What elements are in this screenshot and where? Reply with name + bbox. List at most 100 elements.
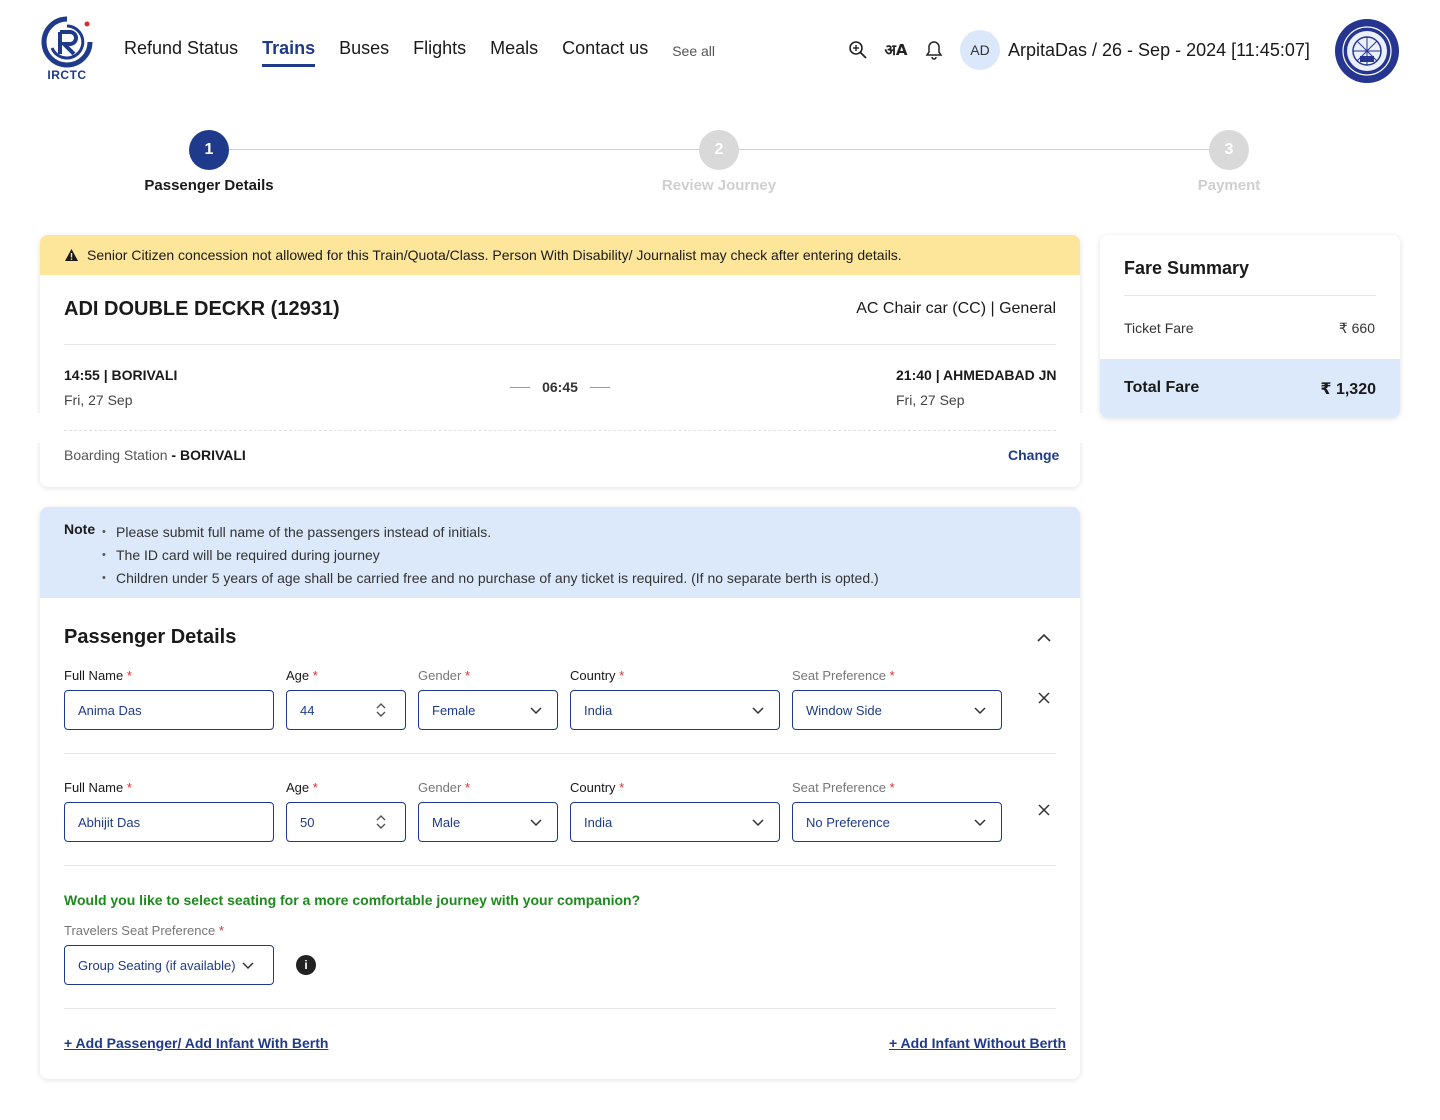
passenger-1-country-select[interactable]: India bbox=[570, 690, 780, 730]
step-1-circle: 1 bbox=[189, 130, 229, 170]
passenger-1-age-stepper[interactable]: 44 bbox=[286, 690, 406, 730]
required-mark: * bbox=[218, 923, 224, 938]
translate-glyph: अA bbox=[884, 41, 908, 59]
label-text: Full Name bbox=[64, 668, 124, 683]
indian-railways-emblem bbox=[1334, 18, 1400, 84]
seat-preference-label: Seat Preference * bbox=[792, 780, 895, 795]
nav-trains[interactable]: Trains bbox=[262, 38, 316, 67]
companion-seating-question: Would you like to select seating for a m… bbox=[64, 892, 641, 908]
select-value: Group Seating (if available) bbox=[78, 957, 236, 973]
passenger-1-gender-select[interactable]: Female bbox=[418, 690, 558, 730]
label-text: Gender bbox=[418, 668, 462, 683]
label-text: Country bbox=[570, 668, 616, 683]
step-2-circle: 2 bbox=[699, 130, 739, 170]
boarding-label: Boarding Station bbox=[64, 447, 168, 463]
full-name-label: Full Name * bbox=[64, 780, 132, 795]
user-info: ArpitaDas / 26 - Sep - 2024 [11:45:07] bbox=[1008, 40, 1310, 60]
select-value: Window Side bbox=[806, 702, 882, 718]
input-value: Anima Das bbox=[78, 702, 142, 718]
age-label: Age * bbox=[286, 668, 318, 683]
note-item: Please submit full name of the passenger… bbox=[102, 521, 879, 544]
collapse-chevron-up-icon[interactable] bbox=[1034, 628, 1054, 648]
header-actions: अA bbox=[846, 38, 960, 62]
top-header: IRCTC Refund Status Trains Buses Flights… bbox=[0, 0, 1440, 100]
arrival-date: Fri, 27 Sep bbox=[896, 392, 965, 408]
stepper-connector bbox=[739, 149, 1210, 150]
translate-icon[interactable]: अA bbox=[884, 38, 908, 62]
train-name: ADI DOUBLE DECKR (12931) bbox=[64, 298, 340, 320]
concession-alert: Senior Citizen concession not allowed fo… bbox=[40, 235, 1080, 275]
add-passenger-link[interactable]: + Add Passenger/ Add Infant With Berth bbox=[64, 1035, 328, 1051]
country-label: Country * bbox=[570, 668, 624, 683]
remove-passenger-2-close-icon[interactable] bbox=[1036, 802, 1052, 818]
total-fare-label: Total Fare bbox=[1124, 379, 1200, 396]
booking-stepper: 1 Passenger Details 2 Review Journey 3 P… bbox=[0, 130, 1440, 210]
required-mark: * bbox=[465, 780, 471, 795]
fare-summary-title: Fare Summary bbox=[1124, 258, 1250, 278]
divider bbox=[64, 344, 1056, 345]
nav-flights[interactable]: Flights bbox=[413, 38, 466, 67]
required-mark: * bbox=[889, 668, 895, 683]
info-icon[interactable]: i bbox=[296, 955, 316, 975]
chevron-down-icon bbox=[752, 819, 764, 827]
change-boarding-button[interactable]: Change bbox=[1008, 447, 1059, 463]
age-label: Age * bbox=[286, 780, 318, 795]
nav-buses[interactable]: Buses bbox=[339, 38, 389, 67]
stepper-arrows-icon[interactable] bbox=[375, 701, 387, 719]
indian-railways-emblem-icon bbox=[1335, 19, 1399, 83]
user-avatar[interactable]: AD bbox=[960, 30, 1000, 70]
warning-icon bbox=[64, 248, 79, 262]
required-mark: * bbox=[465, 668, 471, 683]
passenger-details-title: Passenger Details bbox=[64, 626, 237, 648]
train-class-quota: AC Chair car (CC) | General bbox=[856, 300, 1056, 317]
passenger-2-seat-preference-select[interactable]: No Preference bbox=[792, 802, 1002, 842]
note-title: Note bbox=[64, 521, 96, 537]
travelers-seat-preference-select[interactable]: Group Seating (if available) bbox=[64, 945, 274, 985]
label-text: Age bbox=[286, 668, 310, 683]
boarding-station: Boarding Station - BORIVALI bbox=[64, 447, 246, 463]
nav-meals[interactable]: Meals bbox=[490, 38, 538, 67]
bell-icon[interactable] bbox=[922, 38, 946, 62]
departure-time-station: 14:55 | BORIVALI bbox=[64, 367, 178, 383]
required-mark: * bbox=[312, 668, 318, 683]
ticket-fare-label: Ticket Fare bbox=[1124, 320, 1194, 336]
stepper-connector bbox=[229, 149, 700, 150]
nav-contact-us[interactable]: Contact us bbox=[562, 38, 648, 67]
passenger-2-country-select[interactable]: India bbox=[570, 802, 780, 842]
irctc-logo[interactable]: IRCTC bbox=[38, 16, 96, 84]
divider bbox=[64, 1008, 1056, 1009]
add-infant-without-berth-link[interactable]: + Add Infant Without Berth bbox=[889, 1035, 1066, 1051]
input-value: Abhijit Das bbox=[78, 814, 141, 830]
nav-refund-status[interactable]: Refund Status bbox=[124, 38, 238, 67]
stepper-arrows-icon[interactable] bbox=[375, 813, 387, 831]
total-fare-row: Total Fare ₹ 1,320 bbox=[1100, 359, 1400, 418]
departure-date: Fri, 27 Sep bbox=[64, 392, 133, 408]
nav-see-all[interactable]: See all bbox=[672, 43, 715, 63]
search-icon[interactable] bbox=[846, 38, 870, 62]
ticket-notch bbox=[1070, 413, 1090, 443]
chevron-down-icon bbox=[242, 962, 254, 970]
chevron-down-icon bbox=[530, 819, 542, 827]
label-text: Full Name bbox=[64, 780, 124, 795]
select-value: India bbox=[584, 702, 613, 718]
irctc-logo-icon bbox=[41, 16, 93, 68]
passenger-1-full-name-input[interactable]: Anima Das bbox=[64, 690, 274, 730]
select-value: India bbox=[584, 814, 613, 830]
chevron-down-icon bbox=[974, 819, 986, 827]
select-value: Male bbox=[432, 814, 461, 830]
passenger-2-full-name-input[interactable]: Abhijit Das bbox=[64, 802, 274, 842]
required-mark: * bbox=[126, 780, 132, 795]
label-text: Country bbox=[570, 780, 616, 795]
arrival-time-station: 21:40 | AHMEDABAD JN bbox=[896, 367, 1057, 383]
passenger-2-age-stepper[interactable]: 50 bbox=[286, 802, 406, 842]
divider bbox=[64, 865, 1056, 866]
label-text: Age bbox=[286, 780, 310, 795]
remove-passenger-1-close-icon[interactable] bbox=[1036, 690, 1052, 706]
logo-text: IRCTC bbox=[47, 68, 87, 82]
note-box: Note Please submit full name of the pass… bbox=[40, 507, 1080, 598]
note-list: Please submit full name of the passenger… bbox=[102, 521, 879, 590]
passenger-2-gender-select[interactable]: Male bbox=[418, 802, 558, 842]
passenger-1-seat-preference-select[interactable]: Window Side bbox=[792, 690, 1002, 730]
note-item: Children under 5 years of age shall be c… bbox=[102, 567, 879, 590]
label-text: Gender bbox=[418, 780, 462, 795]
